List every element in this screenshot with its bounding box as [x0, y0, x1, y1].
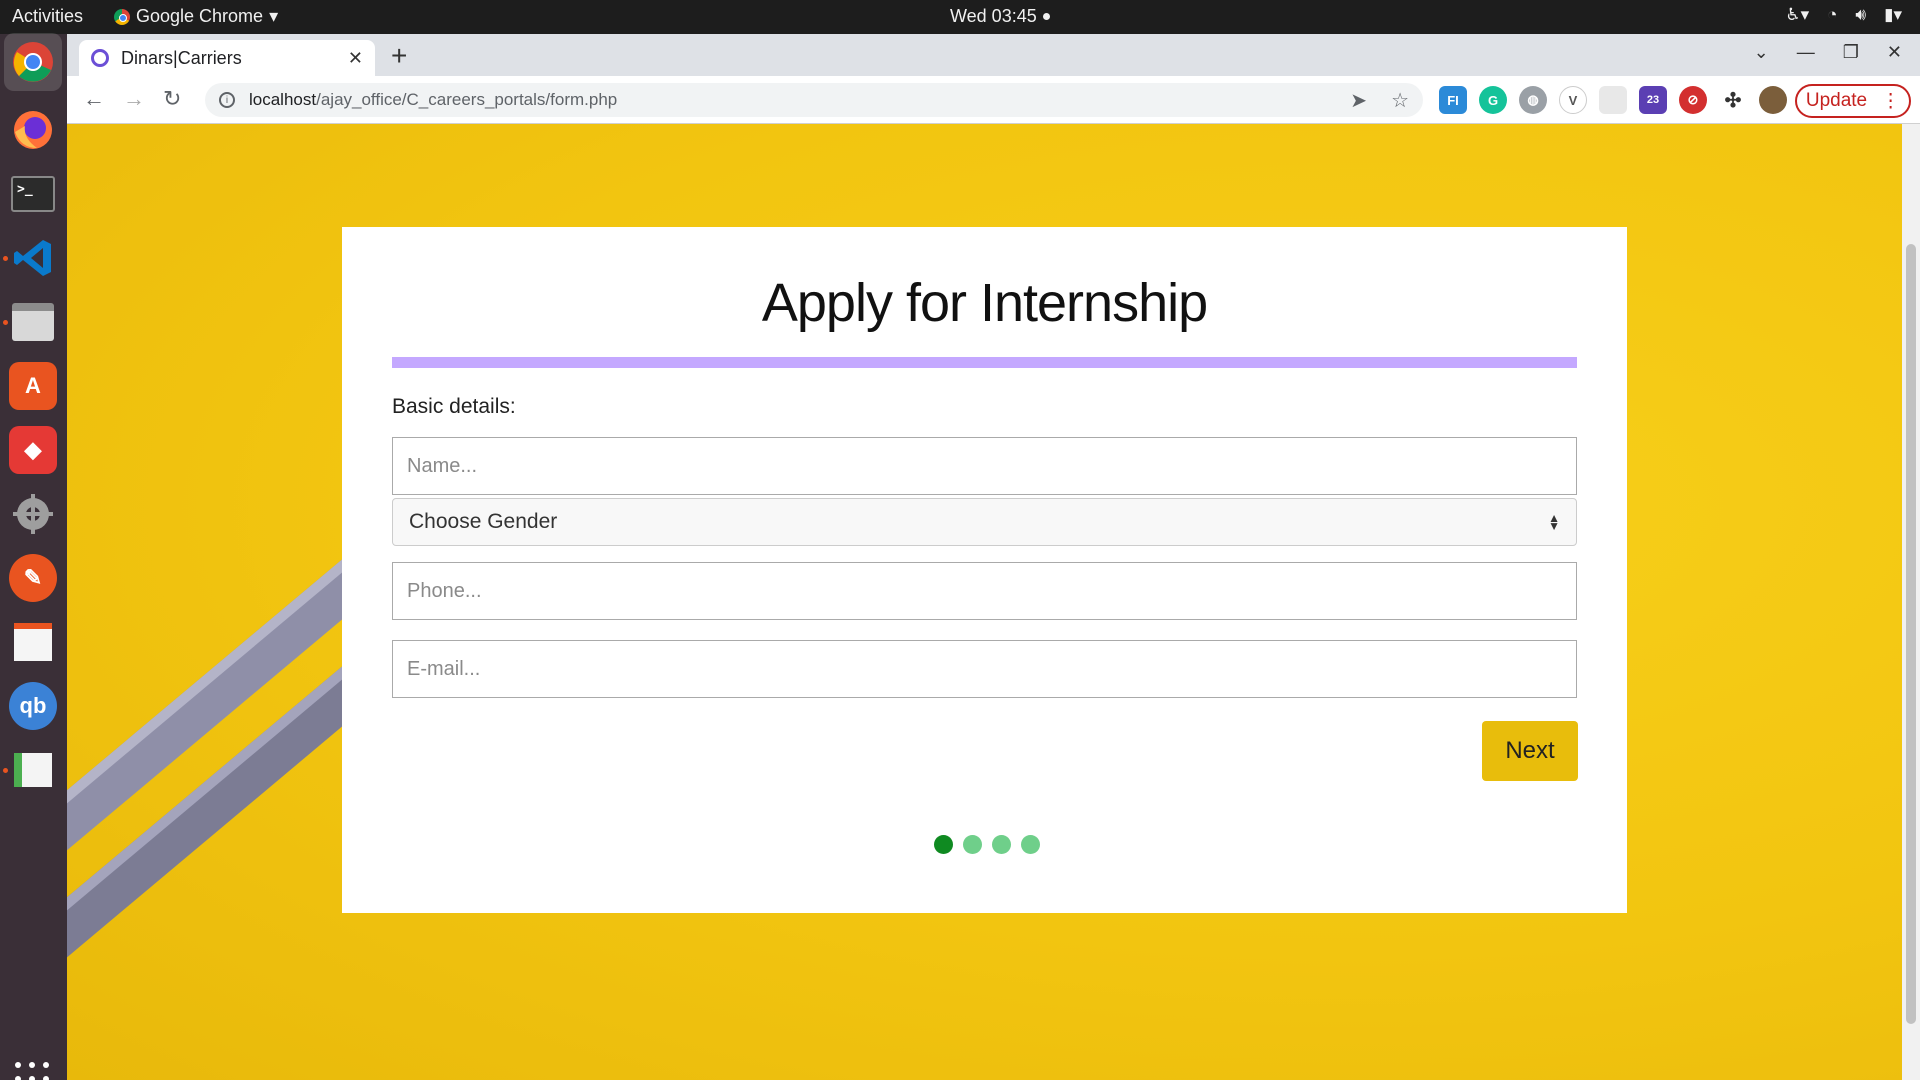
scrollbar-thumb[interactable]	[1906, 244, 1916, 1024]
chrome-icon	[114, 8, 130, 25]
dock: >_ A ◆ ✎ qb	[0, 33, 67, 1080]
dock-drawing-icon[interactable]: ✎	[9, 554, 57, 602]
name-input[interactable]	[392, 437, 1577, 495]
close-tab-icon[interactable]: ✕	[348, 48, 363, 69]
clock-label: Wed 03:45	[950, 6, 1037, 26]
form-title: Apply for Internship	[761, 273, 1208, 333]
show-applications-icon[interactable]	[15, 1062, 51, 1080]
url-host: localhost	[249, 90, 317, 109]
step-dot	[934, 835, 953, 854]
email-input[interactable]	[392, 640, 1577, 698]
title-divider	[392, 357, 1577, 368]
phone-input[interactable]	[392, 562, 1577, 620]
application-form-card: Apply for Internship Basic details: Choo…	[342, 227, 1627, 913]
volume-icon[interactable]: 🔊︎	[1855, 5, 1866, 25]
grammarly-icon[interactable]: G	[1479, 86, 1507, 114]
dock-text-editor-icon[interactable]	[9, 618, 57, 666]
extensions-bar: FI G ◍ V 23 ⊘ ✣	[1439, 86, 1787, 114]
dock-files-icon[interactable]	[9, 298, 57, 346]
url-path: /ajay_office/C_careers_portals/form.php	[316, 90, 618, 109]
browser-toolbar: ← → ↻ i localhost/ajay_office/C_careers_…	[67, 76, 1920, 124]
dock-system-monitor-icon[interactable]	[9, 746, 57, 794]
page-viewport: Apply for Internship Basic details: Choo…	[67, 124, 1902, 1080]
dock-settings-icon[interactable]	[9, 490, 57, 538]
gender-select[interactable]: Choose Gender ▲ ▼	[392, 498, 1577, 546]
maximize-icon[interactable]: ❐	[1843, 42, 1859, 63]
update-label: Update	[1805, 90, 1868, 111]
running-indicator-icon	[3, 320, 8, 325]
clock[interactable]: Wed 03:45	[950, 6, 1050, 27]
puzzle-icon[interactable]: ✣	[1719, 86, 1747, 114]
site-info-icon[interactable]: i	[219, 92, 235, 108]
minimize-icon[interactable]: —	[1797, 42, 1815, 63]
running-indicator-icon	[3, 256, 8, 261]
reload-icon[interactable]: ↻	[163, 86, 181, 112]
dock-chrome-icon[interactable]	[4, 33, 62, 91]
next-button[interactable]: Next	[1482, 721, 1578, 781]
step-dot	[992, 835, 1011, 854]
adblock-icon[interactable]: ⊘	[1679, 86, 1707, 114]
system-tray[interactable]: ♿︎▾ ◔ 🔊︎ ▮▾	[1785, 5, 1902, 25]
section-label: Basic details:	[392, 395, 516, 418]
wifi-icon[interactable]: ◔	[1827, 5, 1837, 25]
globe-icon[interactable]: ◍	[1519, 86, 1547, 114]
accessibility-icon[interactable]: ♿︎▾	[1785, 5, 1809, 25]
notification-dot-icon	[1042, 13, 1050, 20]
step-indicator	[934, 835, 1040, 854]
blank-extension-icon[interactable]	[1599, 86, 1627, 114]
badge-extension-icon[interactable]: 23	[1639, 86, 1667, 114]
dock-vscode-icon[interactable]	[9, 234, 57, 282]
close-window-icon[interactable]: ✕	[1887, 42, 1902, 63]
battery-icon[interactable]: ▮▾	[1884, 5, 1902, 25]
chevron-down-icon: ▾	[269, 6, 279, 26]
more-vert-icon[interactable]: ⋮	[1881, 90, 1900, 113]
new-tab-icon[interactable]: +	[391, 40, 407, 72]
tab-active[interactable]: Dinars|Carriers ✕	[79, 40, 375, 76]
tab-strip: Dinars|Carriers ✕ + ⌄ — ❐ ✕	[67, 34, 1920, 76]
dock-firefox-icon[interactable]	[9, 106, 57, 154]
back-icon[interactable]: ←	[83, 86, 105, 112]
app-menu[interactable]: Google Chrome ▾	[114, 6, 278, 27]
tab-search-icon[interactable]: ⌄	[1754, 42, 1769, 63]
select-caret-icon: ▲ ▼	[1548, 511, 1560, 533]
avatar[interactable]	[1759, 86, 1787, 114]
step-dot	[1021, 835, 1040, 854]
system-top-bar: Activities Google Chrome ▾ Wed 03:45 ♿︎▾…	[0, 0, 1920, 34]
forward-icon[interactable]: →	[123, 86, 145, 112]
running-indicator-icon	[3, 768, 8, 773]
gender-select-value: Choose Gender	[409, 510, 558, 533]
dock-qbittorrent-icon[interactable]: qb	[9, 682, 57, 730]
activities-button[interactable]: Activities	[12, 6, 83, 27]
site-favicon-icon	[91, 49, 109, 67]
window-controls: ⌄ — ❐ ✕	[1754, 42, 1902, 63]
update-button[interactable]: Update ⋮	[1795, 84, 1911, 118]
dock-software-icon[interactable]: A	[9, 362, 57, 410]
app-menu-label: Google Chrome	[136, 6, 264, 26]
send-icon[interactable]: ➤	[1350, 88, 1367, 113]
step-dot	[963, 835, 982, 854]
page-scrollbar[interactable]	[1902, 124, 1920, 1080]
v-extension-icon[interactable]: V	[1559, 86, 1587, 114]
extension-fi-icon[interactable]: FI	[1439, 86, 1467, 114]
address-bar[interactable]: i localhost/ajay_office/C_careers_portal…	[205, 83, 1423, 117]
tab-title: Dinars|Carriers	[121, 47, 242, 68]
bookmark-star-icon[interactable]: ☆	[1391, 88, 1409, 113]
dock-anydesk-icon[interactable]: ◆	[9, 426, 57, 474]
extension-badge-count: 23	[1646, 94, 1660, 106]
dock-terminal-icon[interactable]: >_	[9, 170, 57, 218]
